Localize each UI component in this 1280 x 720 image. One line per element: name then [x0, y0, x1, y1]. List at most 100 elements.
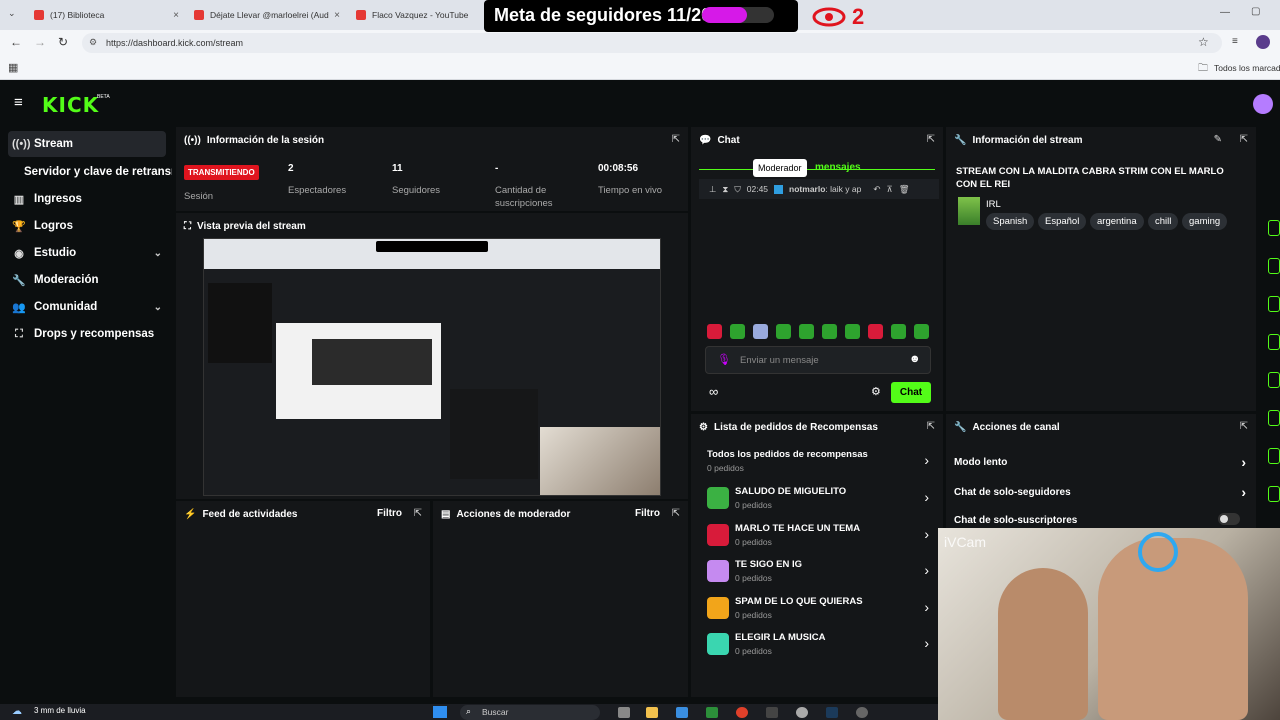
emote-icon[interactable] [914, 324, 929, 339]
pin-icon[interactable]: ⊥ [709, 184, 716, 195]
all-bookmarks-link[interactable]: Todos los marcadores [1214, 63, 1280, 73]
obs-icon[interactable] [796, 707, 808, 718]
sidebar-item-estudio[interactable]: ◉ Estudio ⌄ [8, 240, 166, 266]
reward-icon [707, 560, 729, 582]
filter-button[interactable]: Filtro [635, 508, 660, 519]
emote-icon[interactable] [868, 324, 883, 339]
reward-row[interactable]: TE SIGO EN IG 0 pedidos › [707, 556, 933, 588]
rail-icon[interactable] [1268, 334, 1280, 350]
expand-icon[interactable]: ⇱ [672, 508, 680, 519]
profile-avatar[interactable] [1256, 35, 1270, 49]
maximize-icon[interactable]: ▢ [1251, 6, 1260, 17]
sidebar-item-ingresos[interactable]: ▥ Ingresos [8, 186, 166, 212]
rail-icon[interactable] [1268, 448, 1280, 464]
tab-biblioteca[interactable]: (17) Biblioteca × [34, 4, 179, 26]
reward-row[interactable]: ELEGIR LA MUSICA 0 pedidos › [707, 629, 933, 661]
emote-icon[interactable] [799, 324, 814, 339]
explorer-icon[interactable] [646, 707, 658, 718]
sidebar-item-logros[interactable]: 🏆 Logros [8, 213, 166, 239]
sidebar-item-stream[interactable]: ((•)) Stream [8, 131, 166, 157]
expand-icon[interactable]: ⇱ [1240, 134, 1248, 145]
undo-icon[interactable]: ↶ [873, 184, 880, 195]
site-info-icon[interactable]: ⚙ [89, 37, 97, 48]
sidebar-item-comunidad[interactable]: 👥 Comunidad ⌄ [8, 294, 166, 320]
category-name[interactable]: IRL [986, 199, 1001, 210]
sidebar-item-server-key[interactable]: Servidor y clave de retransmisión [20, 159, 172, 185]
url-field[interactable]: https://dashboard.kick.com/stream [82, 33, 1222, 53]
chrome-icon[interactable] [736, 707, 748, 718]
emoji-icon[interactable]: ☻ [909, 353, 921, 365]
expand-icon[interactable]: ⇱ [927, 134, 935, 145]
shield-icon[interactable]: ⛉ [734, 184, 740, 195]
close-icon[interactable]: × [173, 10, 179, 21]
user-avatar[interactable] [1253, 94, 1273, 114]
kick-logo[interactable]: KICK [42, 93, 99, 117]
close-icon[interactable]: × [334, 10, 340, 21]
taskview-icon[interactable] [618, 707, 630, 718]
expand-icon[interactable]: ⇱ [414, 508, 422, 519]
tag-chip[interactable]: gaming [1182, 213, 1228, 230]
tag-chip[interactable]: Spanish [986, 213, 1035, 230]
slow-mode-row[interactable]: Modo lento › [954, 454, 1246, 470]
emote-icon[interactable] [891, 324, 906, 339]
followers-only-row[interactable]: Chat de solo-seguidores › [954, 484, 1246, 500]
expand-icon[interactable]: ⇱ [927, 421, 935, 432]
back-icon[interactable]: ← [10, 35, 22, 49]
app-icon[interactable] [856, 707, 868, 718]
expand-icon[interactable]: ⇱ [1240, 421, 1248, 432]
rail-icon[interactable] [1268, 486, 1280, 502]
emote-icon[interactable] [845, 324, 860, 339]
tab-list-icon[interactable]: ⌄ [8, 8, 16, 19]
gear-icon[interactable]: ⚙ [871, 385, 881, 398]
xbox-icon[interactable] [706, 707, 718, 718]
rail-icon[interactable] [1268, 258, 1280, 274]
reload-icon[interactable]: ↻ [58, 35, 68, 49]
forward-icon[interactable]: → [34, 35, 46, 49]
chat-message-input[interactable]: Enviar un mensaje [705, 346, 931, 374]
steam-icon[interactable] [826, 707, 838, 718]
subscribers-only-toggle[interactable] [1218, 513, 1240, 525]
emote-icon[interactable] [753, 324, 768, 339]
apps-grid-icon[interactable]: ▦ [8, 61, 18, 74]
minimize-icon[interactable]: — [1220, 7, 1230, 18]
windows-start-icon[interactable] [433, 706, 447, 718]
emote-icon[interactable] [776, 324, 791, 339]
emote-icon[interactable] [822, 324, 837, 339]
tab-flaco-vazquez[interactable]: Flaco Vazquez - YouTube [356, 4, 476, 26]
chat-message[interactable]: ⊥ ⧗ ⛉ 02:45 notmarlo: laik y ap ↶ ⊼ 🗑 [699, 179, 939, 199]
rail-icon[interactable] [1268, 220, 1280, 236]
delete-icon[interactable]: 🗑 [899, 184, 910, 195]
emote-icon[interactable] [730, 324, 745, 339]
expand-icon[interactable]: ⇱ [672, 134, 680, 145]
store-icon[interactable] [676, 707, 688, 718]
app-icon[interactable] [766, 707, 778, 718]
send-chat-button[interactable]: Chat [891, 382, 931, 403]
sidebar-item-moderacion[interactable]: 🔧 Moderación [8, 267, 166, 293]
reward-row[interactable]: SALUDO DE MIGUELITO 0 pedidos › [707, 483, 933, 515]
all-rewards-row[interactable]: Todos los pedidos de recompensas 0 pedid… [707, 446, 933, 478]
rail-icon[interactable] [1268, 410, 1280, 426]
rail-icon[interactable] [1268, 296, 1280, 312]
infinity-icon[interactable]: ∞ [709, 384, 718, 399]
emote-icon[interactable] [707, 324, 722, 339]
tag-chip[interactable]: Español [1038, 213, 1087, 230]
bookmark-star-icon[interactable]: ☆ [1198, 35, 1209, 49]
stream-preview-video[interactable] [203, 238, 661, 496]
message-user[interactable]: notmarlo [789, 184, 825, 194]
pin-message-icon[interactable]: ⊼ [886, 184, 892, 195]
sidebar-item-drops[interactable]: ⛶ Drops y recompensas [8, 321, 166, 347]
rail-icon[interactable] [1268, 372, 1280, 388]
reward-row[interactable]: MARLO TE HACE UN TEMA 0 pedidos › [707, 520, 933, 552]
mic-icon[interactable]: 🎙 [717, 353, 731, 366]
edit-icon[interactable]: ✎ [1214, 134, 1222, 145]
timeout-icon[interactable]: ⧗ [722, 184, 728, 195]
taskbar-search[interactable]: Buscar [460, 705, 600, 720]
reward-row[interactable]: SPAM DE LO QUE QUIERAS 0 pedidos › [707, 593, 933, 625]
tag-chip[interactable]: chill [1148, 213, 1179, 230]
moderator-badge-icon[interactable] [774, 184, 784, 194]
media-icon[interactable]: ≡ [1232, 36, 1238, 47]
tag-chip[interactable]: argentina [1090, 213, 1144, 230]
filter-button[interactable]: Filtro [377, 508, 402, 519]
tab-dejate-llevar[interactable]: Déjate Llevar @marloelrei (Aud × [194, 4, 340, 26]
menu-icon[interactable]: ≡ [14, 94, 23, 111]
